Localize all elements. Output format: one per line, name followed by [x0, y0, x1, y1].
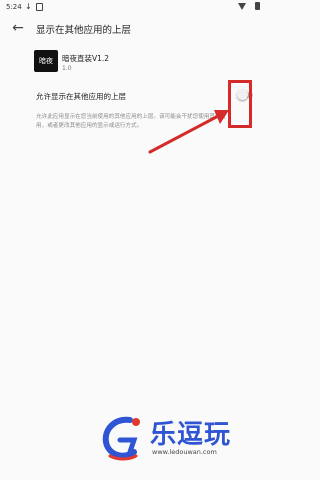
page-title: 显示在其他应用的上层 — [36, 25, 132, 36]
status-bar: 5:24 ↓ — [0, 0, 270, 14]
app-name: 暗夜直装V1.2 — [62, 54, 110, 63]
watermark-text: 乐逗玩 — [150, 420, 232, 450]
overlay-permission-label: 允许显示在其他应用的上层 — [36, 92, 126, 101]
sd-card-icon — [36, 3, 43, 11]
back-arrow-icon[interactable]: ← — [8, 18, 28, 38]
watermark-logo: 乐逗玩 www.ledouwan.com — [100, 412, 260, 468]
watermark-url: www.ledouwan.com — [152, 448, 217, 456]
app-version: 1.0 — [62, 65, 72, 72]
ledouwan-logo-icon — [102, 416, 140, 461]
battery-icon — [255, 2, 260, 10]
status-time: 5:24 — [6, 3, 22, 11]
app-info: 暗夜 暗夜直装V1.2 1.0 — [0, 44, 270, 80]
app-icon: 暗夜 — [34, 50, 58, 72]
app-bar: ← 显示在其他应用的上层 — [0, 14, 270, 44]
wifi-icon — [238, 3, 246, 10]
download-icon: ↓ — [25, 2, 32, 11]
overlay-permission-description: 允许此应用显示在您当前使用的其他应用的上层。该可能会干扰您使用其他应用，或者更改… — [36, 114, 227, 129]
